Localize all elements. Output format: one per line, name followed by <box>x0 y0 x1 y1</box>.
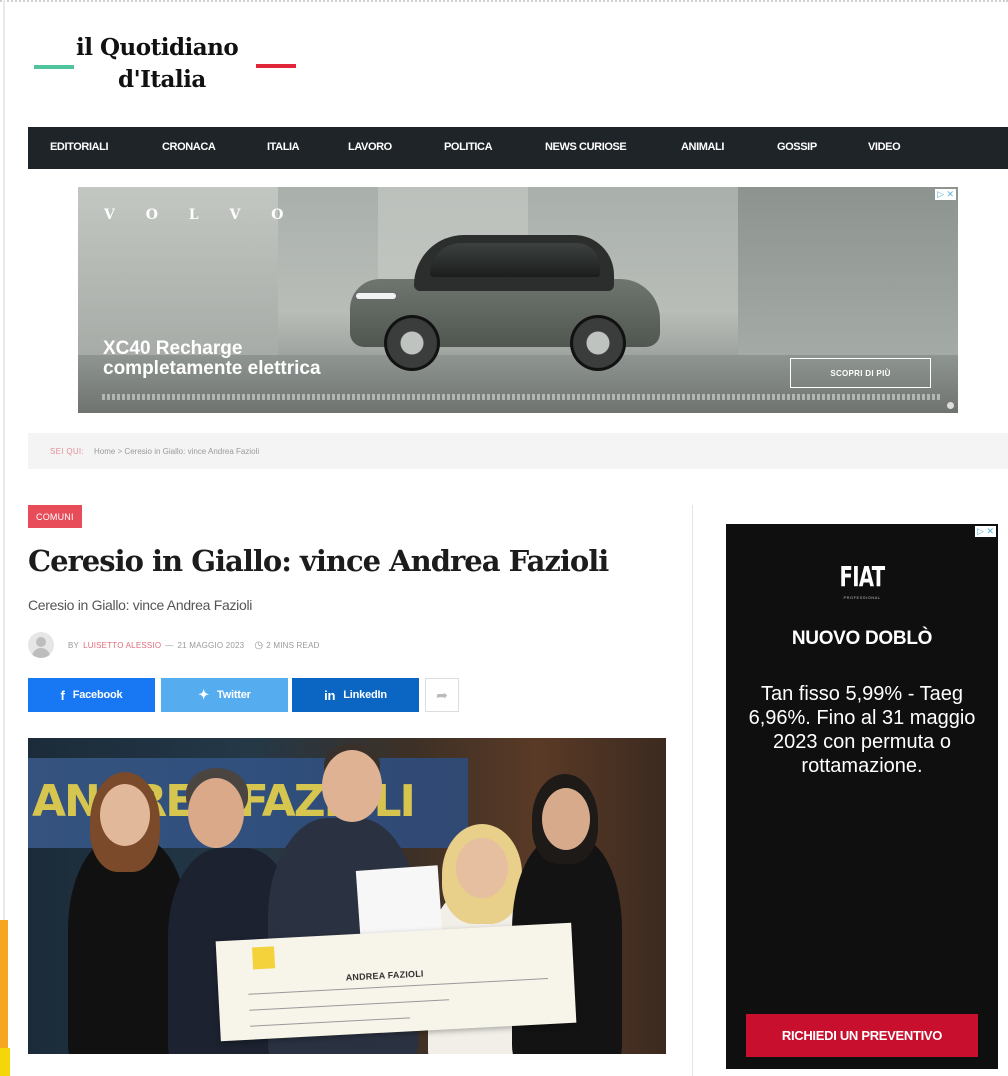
share-facebook-button[interactable]: f Facebook <box>28 678 155 712</box>
nav-item-italia[interactable]: ITALIA <box>267 141 300 153</box>
breadcrumb: SEI QUI: Home > Ceresio in Giallo: vince… <box>28 433 1008 469</box>
breadcrumb-trail[interactable]: Home > Ceresio in Giallo: vince Andrea F… <box>94 447 259 456</box>
read-time: 2 MINS READ <box>266 640 320 650</box>
fiat-ad-banner[interactable]: FIAT PROFESSIONAL NUOVO DOBLÒ Tan fisso … <box>726 524 998 1069</box>
breadcrumb-prefix: SEI QUI: <box>50 446 84 456</box>
publish-date: 21 MAGGIO 2023 <box>177 640 245 650</box>
share-more-button[interactable]: ➦ <box>425 678 459 712</box>
edge-widget <box>0 920 8 1060</box>
nav-item-politica[interactable]: POLITICA <box>444 141 493 153</box>
volvo-ad-banner[interactable]: V O L V O XC40 Recharge completamente el… <box>78 187 958 413</box>
author-avatar[interactable] <box>28 632 54 658</box>
nav-item-cronaca[interactable]: CRONACA <box>162 141 216 153</box>
twitter-icon: ✦ <box>198 687 209 702</box>
linkedin-icon: in <box>324 687 336 703</box>
share-twitter-label: Twitter <box>216 689 251 701</box>
nav-item-editoriali[interactable]: EDITORIALI <box>50 141 109 153</box>
meta-by: BY <box>68 640 80 650</box>
logo-red-dash <box>256 64 296 68</box>
article-subtitle: Ceresio in Giallo: vince Andrea Fazioli <box>28 597 253 613</box>
ad-model: NUOVO DOBLÒ <box>791 628 933 649</box>
ad-quote-button[interactable]: RICHIEDI UN PREVENTIVO <box>746 1014 978 1057</box>
volvo-logo: V O L V O <box>104 207 297 223</box>
adchoices-icon[interactable]: ▷ ✕ <box>935 189 956 200</box>
facebook-icon: f <box>60 687 65 703</box>
ad-headline-2: completamente elettrica <box>103 358 321 379</box>
main-nav: EDITORIALI CRONACA ITALIA LAVORO POLITIC… <box>28 127 1008 169</box>
article-meta: BY LUISETTO ALESSIO — 21 MAGGIO 2023 ◷ 2… <box>28 632 320 658</box>
adchoices-icon[interactable]: ▷ ✕ <box>975 526 996 537</box>
fiat-logo-sub: PROFESSIONAL <box>843 595 881 600</box>
ad-offer-text: Tan fisso 5,99% - Taeg 6,96%. Fino al 31… <box>748 683 976 777</box>
ad-fine-print <box>102 394 942 400</box>
category-badge[interactable]: COMUNI <box>28 505 82 528</box>
logo-green-dash <box>34 65 74 69</box>
share-linkedin-button[interactable]: in LinkedIn <box>292 678 419 712</box>
author-link[interactable]: LUISETTO ALESSIO <box>83 641 161 650</box>
ad-background-pillar <box>738 187 958 377</box>
nav-item-video[interactable]: VIDEO <box>868 141 901 153</box>
article-featured-image[interactable]: ANDREA FAZIOLI ANDREA FAZIOLI <box>28 738 666 1054</box>
share-twitter-button[interactable]: ✦ Twitter <box>161 678 288 712</box>
logo-line-2: d'Italia <box>118 66 206 93</box>
nav-item-lavoro[interactable]: LAVORO <box>348 141 392 153</box>
share-linkedin-label: LinkedIn <box>343 689 387 701</box>
site-logo[interactable]: il Quotidiano d'Italia <box>34 30 304 100</box>
article-title: Ceresio in Giallo: vince Andrea Fazioli <box>28 544 609 578</box>
logo-line-1: il Quotidiano <box>76 34 239 61</box>
page: il Quotidiano d'Italia EDITORIALI CRONAC… <box>0 0 1008 1076</box>
nav-item-gossip[interactable]: GOSSIP <box>777 141 817 153</box>
check-name: ANDREA FAZIOLI <box>345 968 424 983</box>
top-border <box>0 0 1008 4</box>
left-border <box>3 0 5 1076</box>
car-image <box>344 231 664 371</box>
sidebar-divider <box>692 505 693 1076</box>
ad-info-dot <box>947 402 954 409</box>
share-arrow-icon: ➦ <box>436 686 448 703</box>
clock-icon: ◷ <box>254 639 264 651</box>
share-facebook-label: Facebook <box>72 689 123 701</box>
edge-widget-accent <box>0 1048 10 1076</box>
certificate <box>355 865 443 937</box>
ad-headline-1: XC40 Recharge <box>103 338 243 359</box>
prize-check: ANDREA FAZIOLI <box>215 922 577 1042</box>
ad-cta-button[interactable]: SCOPRI DI PIÙ <box>790 358 931 388</box>
nav-item-news-curiose[interactable]: NEWS CURIOSE <box>545 141 627 153</box>
fiat-logo: FIAT <box>839 560 886 593</box>
meta-separator: — <box>165 640 174 650</box>
nav-item-animali[interactable]: ANIMALI <box>681 141 724 153</box>
